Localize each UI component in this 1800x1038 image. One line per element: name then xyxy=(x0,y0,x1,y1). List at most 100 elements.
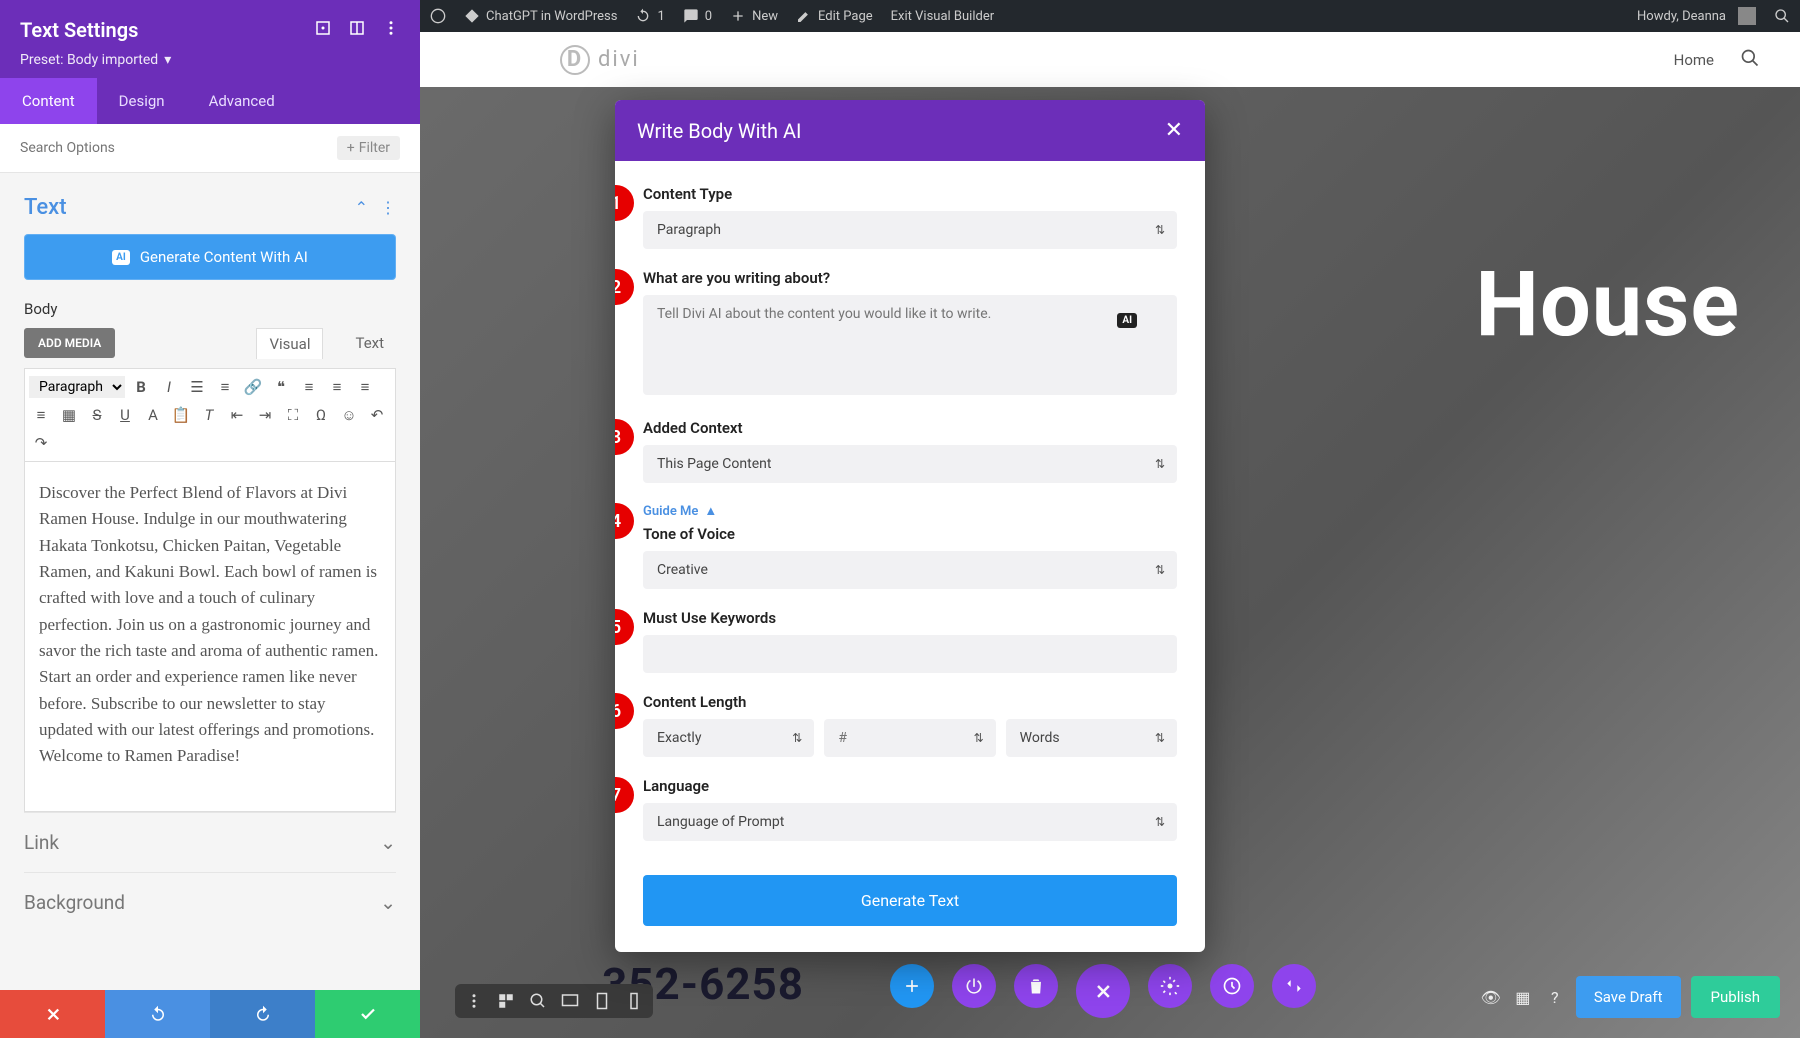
focus-icon[interactable] xyxy=(314,19,332,41)
align-justify-icon[interactable]: ≡ xyxy=(29,403,53,427)
underline-icon[interactable]: U xyxy=(113,403,137,427)
expand-icon[interactable] xyxy=(348,19,366,41)
add-media-button[interactable]: ADD MEDIA xyxy=(24,328,115,358)
paste-icon[interactable]: 📋 xyxy=(169,403,193,427)
save-draft-button[interactable]: Save Draft xyxy=(1576,976,1681,1018)
close-circle-button[interactable] xyxy=(1076,964,1130,1018)
keywords-input[interactable] xyxy=(643,635,1177,673)
textcolor-icon[interactable]: A xyxy=(141,403,165,427)
tone-label: Tone of Voice xyxy=(643,525,1177,543)
emoji-icon[interactable]: ☺ xyxy=(337,403,361,427)
language-select[interactable]: Language of Prompt xyxy=(643,803,1177,841)
zoom-icon[interactable] xyxy=(529,992,547,1010)
history-circle-button[interactable] xyxy=(1210,964,1254,1008)
search-options-input[interactable] xyxy=(20,140,337,156)
divi-logo[interactable]: Ddivi xyxy=(560,45,640,75)
power-circle-button[interactable] xyxy=(952,964,996,1008)
content-type-select[interactable]: Paragraph xyxy=(643,211,1177,249)
redo-icon[interactable]: ↷ xyxy=(29,431,53,455)
mobile-icon[interactable] xyxy=(625,992,643,1010)
length-unit-select[interactable]: Words xyxy=(1006,719,1177,757)
tablet-icon[interactable] xyxy=(593,992,611,1010)
site-header: Ddivi Home xyxy=(420,32,1800,87)
chevron-up-icon[interactable]: ⌃ xyxy=(355,198,368,217)
grid-icon[interactable]: ▦ xyxy=(1512,986,1534,1008)
ai-chip-icon[interactable]: AI xyxy=(1117,313,1137,328)
step-badge-5: 5 xyxy=(615,609,634,645)
ol-icon[interactable]: ≡ xyxy=(213,375,237,399)
link-icon[interactable]: 🔗 xyxy=(241,375,265,399)
tab-content[interactable]: Content xyxy=(0,78,97,124)
wp-edit-page[interactable]: Edit Page xyxy=(796,8,873,24)
generate-text-button[interactable]: Generate Text xyxy=(643,875,1177,926)
align-center-icon[interactable]: ≡ xyxy=(325,375,349,399)
length-mode-select[interactable]: Exactly xyxy=(643,719,814,757)
undo-icon[interactable]: ↶ xyxy=(365,403,389,427)
wp-new[interactable]: New xyxy=(730,8,778,24)
table-icon[interactable]: ▦ xyxy=(57,403,81,427)
step-badge-1: 1 xyxy=(615,185,634,221)
more-icon[interactable] xyxy=(382,19,400,41)
bold-icon[interactable]: B xyxy=(129,375,153,399)
sidebar-footer xyxy=(0,990,420,1038)
generate-content-ai-button[interactable]: AIGenerate Content With AI xyxy=(24,234,396,280)
about-textarea[interactable] xyxy=(643,295,1177,395)
omega-icon[interactable]: Ω xyxy=(309,403,333,427)
undo-button[interactable] xyxy=(105,990,210,1038)
context-select[interactable]: This Page Content xyxy=(643,445,1177,483)
outdent-icon[interactable]: ⇤ xyxy=(225,403,249,427)
strike-icon[interactable]: S xyxy=(85,403,109,427)
nav-search-icon[interactable] xyxy=(1740,48,1760,72)
trash-circle-button[interactable] xyxy=(1014,964,1058,1008)
close-icon[interactable]: ✕ xyxy=(1165,118,1183,143)
hero-title: House xyxy=(1475,252,1740,357)
swap-circle-button[interactable] xyxy=(1272,964,1316,1008)
desktop-icon[interactable] xyxy=(561,992,579,1010)
wp-site-name[interactable]: ChatGPT in WordPress xyxy=(464,8,617,24)
cancel-button[interactable] xyxy=(0,990,105,1038)
wp-howdy[interactable]: Howdy, Deanna xyxy=(1637,7,1756,25)
tone-select[interactable]: Creative xyxy=(643,551,1177,589)
add-circle-button[interactable] xyxy=(890,964,934,1008)
wp-search-icon[interactable] xyxy=(1774,8,1790,24)
sidebar-tabs: Content Design Advanced xyxy=(0,78,420,124)
settings-circle-button[interactable] xyxy=(1148,964,1192,1008)
clear-icon[interactable]: T xyxy=(197,403,221,427)
section-link[interactable]: Link⌄ xyxy=(24,812,396,872)
ul-icon[interactable]: ☰ xyxy=(185,375,209,399)
wireframe-icon[interactable] xyxy=(497,992,515,1010)
chevron-down-icon: ▾ xyxy=(164,52,171,68)
more-vert-icon[interactable] xyxy=(465,992,483,1010)
italic-icon[interactable]: I xyxy=(157,375,181,399)
length-number-input[interactable] xyxy=(824,719,995,757)
save-button[interactable] xyxy=(315,990,420,1038)
wp-exit-builder[interactable]: Exit Visual Builder xyxy=(891,9,994,24)
wp-updates[interactable]: 1 xyxy=(635,8,664,24)
length-label: Content Length xyxy=(643,693,1177,711)
publish-button[interactable]: Publish xyxy=(1691,976,1780,1018)
section-text-title[interactable]: Text xyxy=(24,195,67,220)
section-background[interactable]: Background⌄ xyxy=(24,872,396,932)
indent-icon[interactable]: ⇥ xyxy=(253,403,277,427)
body-label: Body xyxy=(24,300,396,318)
redo-button[interactable] xyxy=(210,990,315,1038)
editor-tab-visual[interactable]: Visual xyxy=(256,328,323,359)
wp-comments[interactable]: 0 xyxy=(683,8,712,24)
tab-design[interactable]: Design xyxy=(97,78,187,124)
align-left-icon[interactable]: ≡ xyxy=(297,375,321,399)
preset-selector[interactable]: Preset: Body imported ▾ xyxy=(20,52,400,68)
fullscreen-icon[interactable]: ⛶ xyxy=(281,403,305,427)
editor-tab-text[interactable]: Text xyxy=(343,328,396,359)
filter-button[interactable]: + Filter xyxy=(337,136,400,160)
guide-me-link[interactable]: Guide Me ▲ xyxy=(643,503,1177,519)
nav-home[interactable]: Home xyxy=(1674,51,1714,69)
eye-icon[interactable]: 👁 xyxy=(1480,986,1502,1008)
quote-icon[interactable]: ❝ xyxy=(269,375,293,399)
help-icon[interactable]: ? xyxy=(1544,986,1566,1008)
wp-logo-icon[interactable] xyxy=(430,8,446,24)
section-more-icon[interactable]: ⋮ xyxy=(380,198,396,217)
editor-content[interactable]: Discover the Perfect Blend of Flavors at… xyxy=(24,462,396,812)
align-right-icon[interactable]: ≡ xyxy=(353,375,377,399)
format-select[interactable]: Paragraph xyxy=(29,376,125,398)
tab-advanced[interactable]: Advanced xyxy=(187,78,297,124)
